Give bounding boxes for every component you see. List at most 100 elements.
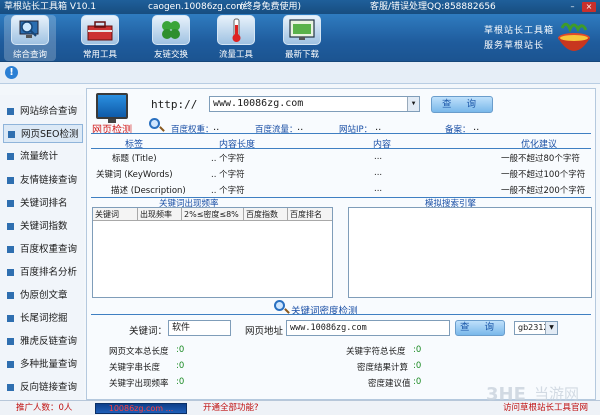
col-baidu-index[interactable]: 百度指数 [244, 208, 288, 221]
search-engine-output[interactable] [348, 207, 592, 298]
exclamation-icon[interactable]: ! [5, 66, 18, 79]
col-baidu-rank[interactable]: 百度排名 [288, 208, 332, 221]
sidebar: 网站综合查询 网页SEO检测 流量统计 友情链接查询 关键词排名 关键词指数 百… [0, 95, 84, 400]
sidebar-item-pseudo-original[interactable]: 伪原创文章 [3, 286, 83, 305]
info-strip: ! [0, 62, 600, 84]
title-bar: 草根站长工具箱 V10.1 caogen.10086zg.com (终身免费使用… [0, 0, 600, 14]
url-input[interactable]: www.10086zg.com ▼ [209, 96, 420, 112]
main-toolbar: 综合查询 常用工具 友链交换 流量工具 最新下载 草根站长工具箱 服务草根站长 [0, 14, 600, 62]
sidebar-item-label: 友情链接查询 [20, 175, 78, 186]
close-button[interactable]: × [582, 2, 596, 12]
page-url-label: 网页地址 [245, 326, 284, 337]
sidebar-item-keyword-rank[interactable]: 关键词排名 [3, 194, 83, 213]
site-url: caogen.10086zg.com [148, 2, 245, 12]
free-note: (终身免费使用) [240, 2, 302, 12]
magnifier-icon [149, 118, 160, 129]
tool-traffic-tools[interactable]: 流量工具 [210, 15, 262, 61]
seo-check-panel: 网页检测 http:// www.10086zg.com ▼ 查 询 百度权重：… [86, 88, 596, 400]
sidebar-item-longtail[interactable]: 长尾词挖掘 [3, 309, 83, 328]
minimize-button[interactable]: – [567, 2, 578, 12]
col-keyword[interactable]: 关键词 [93, 208, 138, 221]
stat-text-length-value: :0 [176, 345, 185, 355]
row-keywords-content: ... [374, 168, 383, 178]
sidebar-item-friend-links[interactable]: 友情链接查询 [3, 171, 83, 190]
stat-keyword-length-value: :0 [176, 361, 185, 371]
stat-char-total-label: 关键字符总长度 [346, 347, 406, 357]
square-bullet-icon [7, 200, 14, 207]
row-keywords-tag: 关键词 (KeyWords) [96, 170, 173, 180]
sidebar-item-site-query[interactable]: 网站综合查询 [3, 102, 83, 121]
tool-link-exchange[interactable]: 友链交换 [145, 15, 197, 61]
open-all-features-link[interactable]: 开通全部功能? [203, 401, 259, 415]
tool-comprehensive-query[interactable]: 综合查询 [4, 15, 56, 61]
tool-common-tools[interactable]: 常用工具 [74, 15, 126, 61]
row-title-tag: 标题 (Title) [112, 154, 157, 164]
stat-density-advice-value: :0 [413, 377, 422, 387]
thermometer-icon [217, 15, 255, 45]
row-title-length: .. 个字符 [211, 154, 245, 164]
divider [91, 314, 591, 315]
record-value: .. [473, 122, 480, 133]
row-keywords-length: .. 个字符 [211, 170, 245, 180]
sidebar-item-baidu-weight[interactable]: 百度权重查询 [3, 240, 83, 259]
url-prefix: http:// [151, 98, 198, 111]
sidebar-item-label: 反向链接查询 [20, 382, 78, 393]
tool-label: 常用工具 [82, 50, 117, 60]
divider [91, 148, 591, 149]
col-density[interactable]: 2%≤密度≤8% [182, 208, 244, 221]
monitor-icon [96, 93, 128, 123]
support-qq: 客服/错误处理QQ:858882656 [370, 2, 496, 12]
sidebar-item-baidu-rank[interactable]: 百度排名分析 [3, 263, 83, 282]
sidebar-item-label: 长尾词挖掘 [20, 313, 68, 324]
sidebar-item-label: 百度排名分析 [20, 267, 78, 278]
square-bullet-icon [7, 177, 14, 184]
divider [91, 133, 591, 134]
chevron-down-icon[interactable]: ▼ [407, 97, 419, 111]
clover-icon [152, 15, 190, 45]
herb-bowl-logo [552, 20, 596, 58]
keyword-label: 关键词： [129, 326, 168, 337]
row-keywords-advice: 一般不超过100个字符 [501, 170, 586, 180]
sidebar-item-traffic-stats[interactable]: 流量统计 [3, 147, 83, 166]
row-title-advice: 一般不超过80个字符 [501, 154, 580, 164]
tool-label: 最新下载 [284, 50, 319, 60]
square-bullet-icon [7, 223, 14, 230]
keyword-input[interactable]: 软件 [168, 320, 231, 336]
sidebar-item-yahoo-backlinks[interactable]: 雅虎反链查询 [3, 332, 83, 351]
col-frequency[interactable]: 出现频率 [138, 208, 182, 221]
square-bullet-icon [7, 361, 14, 368]
row-description-tag: 描述 (Description) [111, 186, 186, 196]
square-bullet-icon [7, 246, 14, 253]
row-description-content: ... [374, 184, 383, 194]
square-bullet-icon [7, 315, 14, 322]
magnifier-monitor-icon [11, 15, 49, 45]
query-button[interactable]: 查 询 [431, 96, 493, 113]
sidebar-item-label: 百度权重查询 [20, 244, 78, 255]
promoter-count: 推广人数：0人 [16, 403, 73, 413]
square-bullet-icon [7, 108, 14, 115]
chevron-down-icon[interactable]: ▼ [545, 322, 557, 334]
page-url-input[interactable]: www.10086zg.com [286, 320, 450, 336]
square-bullet-icon [7, 384, 14, 391]
square-bullet-icon [7, 338, 14, 345]
stat-text-length-label: 网页文本总长度 [109, 347, 169, 357]
sidebar-item-label: 关键词指数 [20, 221, 68, 232]
sidebar-item-reverse-links[interactable]: 反向链接查询 [3, 378, 83, 397]
sidebar-item-batch-query[interactable]: 多种批量查询 [3, 355, 83, 374]
site-ip-value: .. [375, 122, 382, 133]
sidebar-item-seo-check[interactable]: 网页SEO检测 [3, 124, 83, 143]
encoding-select[interactable]: gb2312 ▼ [514, 321, 558, 335]
sidebar-item-label: 网站综合查询 [20, 106, 78, 117]
density-query-button[interactable]: 查 询 [455, 320, 505, 336]
baidu-traffic-value: .. [297, 122, 304, 133]
promo-banner[interactable]: 10086zg.com ... [95, 403, 187, 414]
square-bullet-icon [8, 131, 15, 138]
tool-latest-downloads[interactable]: 最新下载 [276, 15, 328, 61]
tool-label: 友链交换 [153, 50, 188, 60]
stat-keyword-freq-label: 关键字出现频率 [109, 379, 169, 389]
sidebar-item-label: 流量统计 [20, 151, 59, 162]
keyword-freq-table[interactable]: 关键词 出现频率 2%≤密度≤8% 百度指数 百度排名 [92, 207, 333, 298]
sidebar-item-keyword-index[interactable]: 关键词指数 [3, 217, 83, 236]
magnifier-icon [274, 300, 285, 311]
brand-line1: 草根站长工具箱 [484, 26, 555, 36]
